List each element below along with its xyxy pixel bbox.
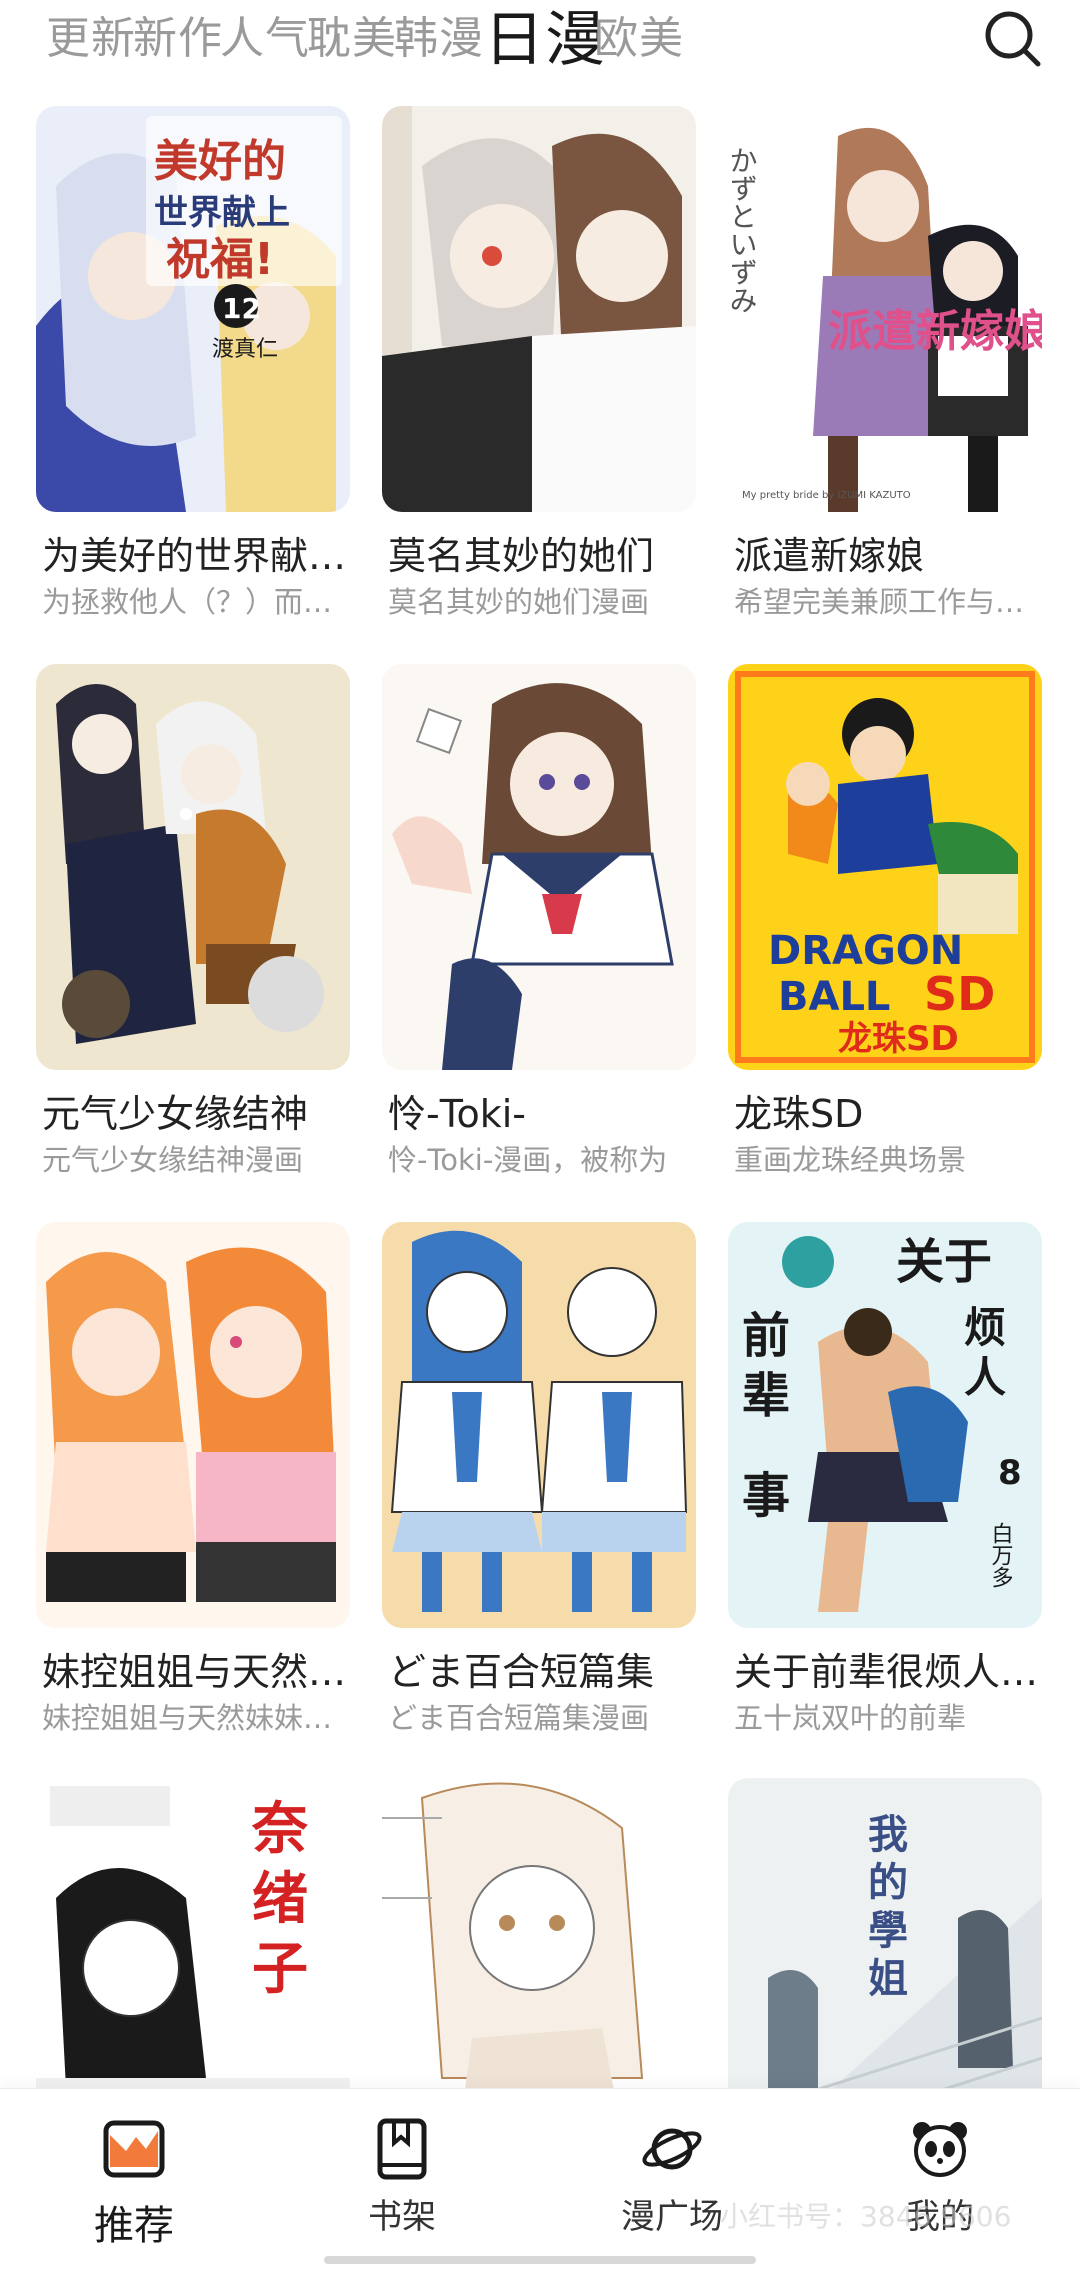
svg-text:我: 我 xyxy=(868,1812,908,1858)
comic-desc: 为拯救他人（？）而死去的少年 xyxy=(42,585,350,619)
svg-text:关于: 关于 xyxy=(896,1234,992,1290)
nav-label: 书架 xyxy=(368,2197,436,2237)
svg-text:人: 人 xyxy=(964,1353,1006,1402)
cover-volume: 12 xyxy=(222,292,261,325)
svg-text:烦: 烦 xyxy=(964,1303,1006,1352)
home-indicator[interactable] xyxy=(324,2256,756,2264)
tab-popular[interactable]: 人气 xyxy=(220,0,310,86)
comic-desc: 五十岚双叶的前辈 xyxy=(734,1701,967,1735)
comic-cover[interactable]: 关于 前 辈 事 烦 人 8 白万多 xyxy=(728,1222,1042,1628)
comic-card[interactable]: 莫名其妙的她们 莫名其妙的她们漫画 xyxy=(382,106,696,622)
app-screen: 更新 新作 人气 耽美 韩漫 日漫 欧美 美好的 世界献上 祝福! 12 渡真仁… xyxy=(0,0,1080,2270)
comic-desc: どま百合短篇集漫画 xyxy=(388,1701,650,1735)
comic-title: 为美好的世界献上祝福！ xyxy=(42,534,352,578)
comic-desc: 重画龙珠经典场景 xyxy=(734,1143,967,1177)
svg-text:绪: 绪 xyxy=(252,1867,308,1932)
cover-author: かずといずみ xyxy=(728,146,759,314)
svg-text:辈: 辈 xyxy=(742,1368,790,1424)
cover-title: 派遣新嫁娘 xyxy=(828,306,1042,357)
nav-recommend[interactable]: 推荐 xyxy=(34,2089,234,2249)
svg-text:祝福!: 祝福! xyxy=(166,234,274,285)
comic-title: どま百合短篇集 xyxy=(388,1650,655,1694)
tab-new[interactable]: 新作 xyxy=(133,0,223,86)
comic-title: 关于前辈很烦人的事 xyxy=(734,1650,1044,1694)
recommend-icon xyxy=(102,2117,166,2181)
svg-text:美好的: 美好的 xyxy=(154,136,286,187)
comic-desc: 怜-Toki-漫画，被称为 xyxy=(388,1143,668,1177)
svg-text:前: 前 xyxy=(742,1308,790,1364)
tab-western[interactable]: 欧美 xyxy=(594,0,684,86)
comic-desc: 希望完美兼顾工作与家庭 xyxy=(734,585,1042,619)
nav-label: 推荐 xyxy=(94,2203,174,2249)
comic-cover[interactable] xyxy=(382,106,696,512)
cover-author: 白万多 xyxy=(988,1522,1014,1588)
bottom-nav: 推荐 书架 漫广场 我的 小红书号：3846 9606 xyxy=(0,2088,1080,2270)
comic-card[interactable]: 元气少女缘结神 元气少女缘结神漫画 xyxy=(36,664,350,1180)
comic-card[interactable]: かずといずみ 派遣新嫁娘 My pretty bride by IZUMI KA… xyxy=(728,106,1042,622)
svg-text:子: 子 xyxy=(252,1937,308,2002)
comic-title: 莫名其妙的她们 xyxy=(388,534,655,578)
comic-cover[interactable] xyxy=(382,664,696,1070)
comic-title: 派遣新嫁娘 xyxy=(734,534,925,578)
comic-cover[interactable] xyxy=(382,1222,696,1628)
nav-bookshelf[interactable]: 书架 xyxy=(302,2089,502,2249)
cover-volume: 8 xyxy=(998,1453,1022,1493)
comic-cover[interactable] xyxy=(36,664,350,1070)
cover-caption: My pretty bride by IZUMI KAZUTO xyxy=(742,490,911,501)
panda-icon xyxy=(908,2117,972,2181)
svg-text:奈: 奈 xyxy=(251,1797,308,1862)
comic-cover[interactable]: 美好的 世界献上 祝福! 12 渡真仁 xyxy=(36,106,350,512)
comic-title: 元气少女缘结神 xyxy=(42,1092,309,1136)
bookshelf-icon xyxy=(370,2117,434,2181)
comic-desc: 元气少女缘结神漫画 xyxy=(42,1143,304,1177)
comic-cover[interactable] xyxy=(36,1222,350,1628)
tab-japanese[interactable]: 日漫 xyxy=(484,0,606,86)
svg-text:的: 的 xyxy=(868,1860,908,1906)
tab-bl[interactable]: 耽美 xyxy=(307,0,397,86)
comic-title: 龙珠SD xyxy=(734,1092,864,1136)
comic-cover[interactable]: DRAGON BALL SD 龙珠SD xyxy=(728,664,1042,1070)
comic-desc: 莫名其妙的她们漫画 xyxy=(388,585,650,619)
comic-cover[interactable]: かずといずみ 派遣新嫁娘 My pretty bride by IZUMI KA… xyxy=(728,106,1042,512)
cover-title: 龙珠SD xyxy=(838,1019,959,1059)
svg-text:事: 事 xyxy=(742,1468,790,1524)
watermark-text: 小红书号：3846 9606 xyxy=(720,2200,1012,2233)
comic-title: 怜-Toki- xyxy=(388,1092,526,1136)
svg-text:姐: 姐 xyxy=(868,1956,908,2002)
tab-korean[interactable]: 韩漫 xyxy=(394,0,484,86)
comic-card[interactable]: どま百合短篇集 どま百合短篇集漫画 xyxy=(382,1222,696,1738)
svg-text:BALL: BALL xyxy=(778,974,890,1020)
comic-card[interactable]: 关于 前 辈 事 烦 人 8 白万多 关于前辈很烦人的事 五十岚双叶的前辈 xyxy=(728,1222,1044,1738)
svg-text:SD: SD xyxy=(924,967,995,1021)
comic-card[interactable]: 妹控姐姐与天然妹妹 妹控姐姐与天然妹妹漫画 xyxy=(36,1222,352,1738)
comic-title: 妹控姐姐与天然妹妹 xyxy=(42,1650,352,1694)
search-icon[interactable] xyxy=(982,8,1044,70)
comic-desc: 妹控姐姐与天然妹妹漫画 xyxy=(42,1701,350,1735)
svg-text:學: 學 xyxy=(868,1908,908,1954)
tab-update[interactable]: 更新 xyxy=(46,0,136,86)
cover-author: 渡真仁 xyxy=(212,337,278,362)
svg-text:世界献上: 世界献上 xyxy=(154,193,290,233)
comic-card[interactable]: 美好的 世界献上 祝福! 12 渡真仁 为美好的世界献上祝福！ 为拯救他人（？）… xyxy=(36,106,352,622)
comic-card[interactable]: DRAGON BALL SD 龙珠SD 龙珠SD 重画龙珠经典场景 xyxy=(728,664,1042,1180)
category-tabs: 更新 新作 人气 耽美 韩漫 日漫 欧美 xyxy=(0,0,1080,86)
planet-icon xyxy=(640,2117,704,2181)
comic-card[interactable]: 怜-Toki- 怜-Toki-漫画，被称为 xyxy=(382,664,696,1180)
